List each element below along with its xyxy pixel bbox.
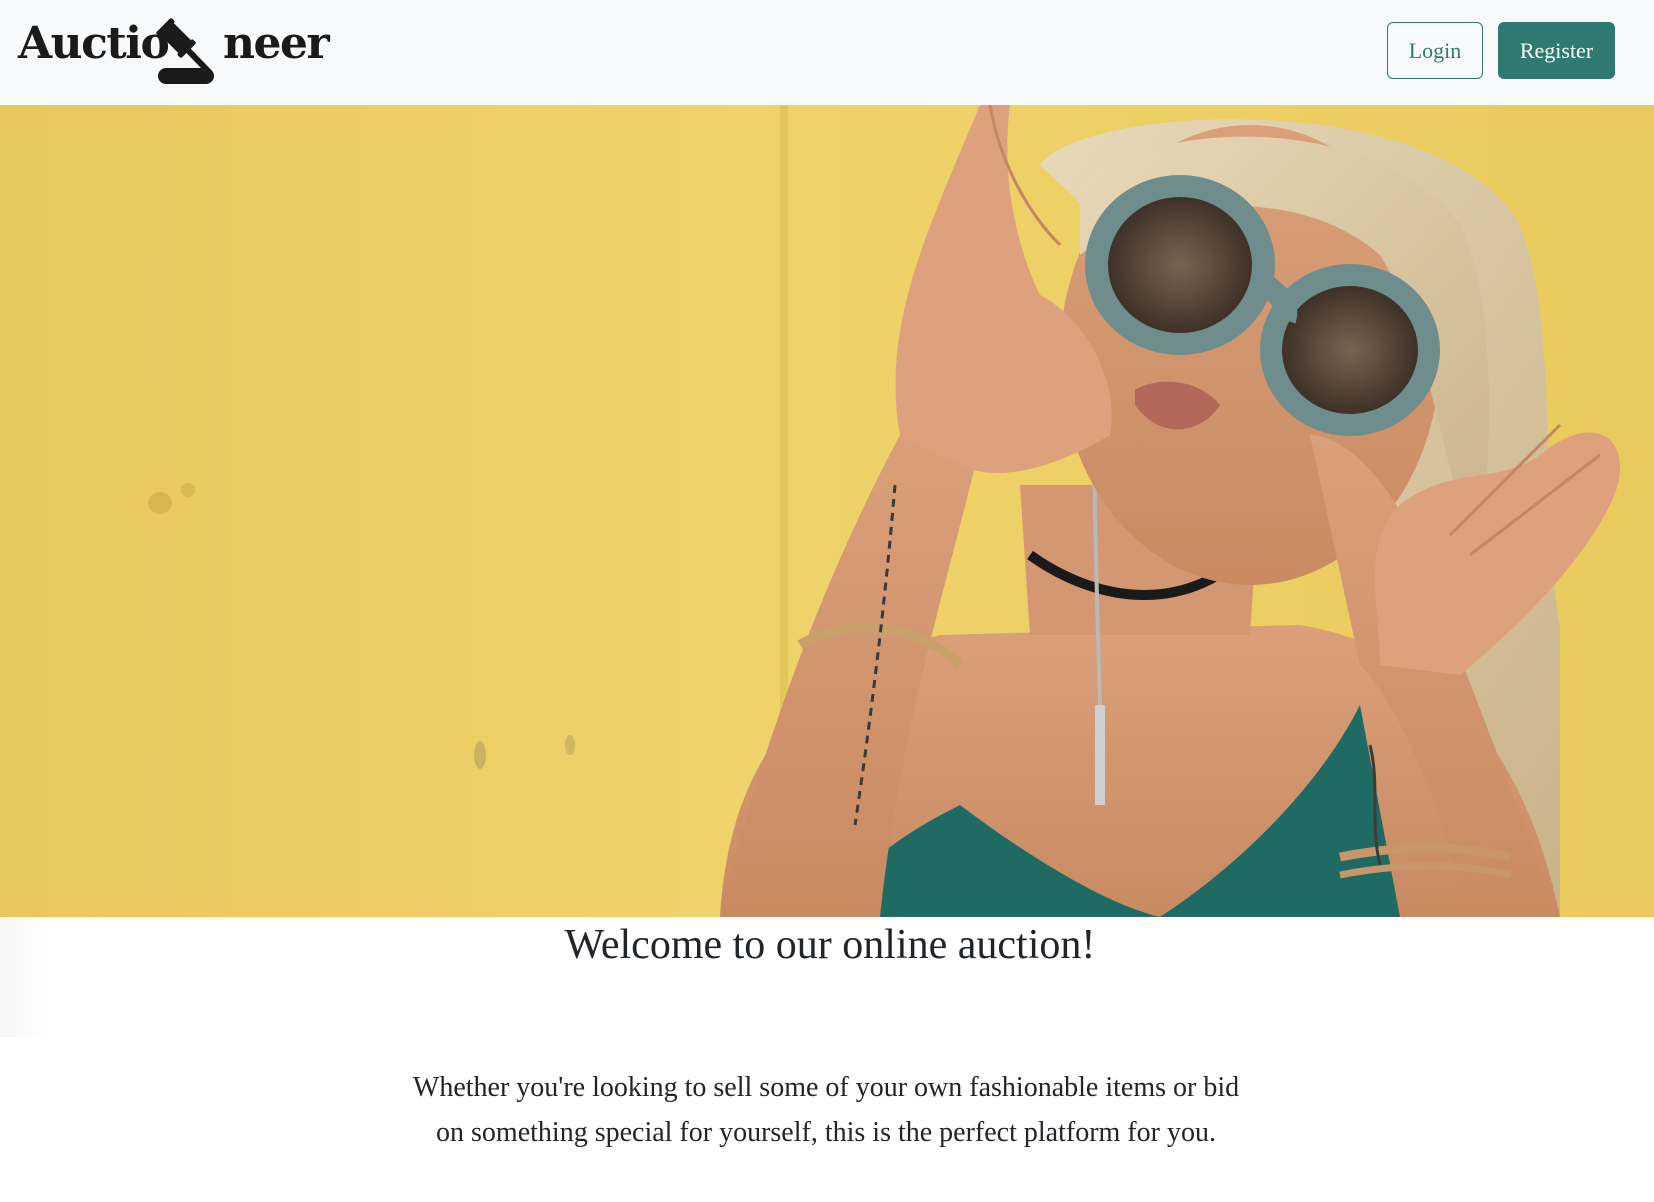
hero-image — [0, 105, 1654, 917]
hero-photo — [0, 105, 1654, 917]
brand-logo[interactable]: Auctio neer — [18, 14, 330, 90]
page-edge-shadow — [0, 917, 50, 1037]
login-button[interactable]: Login — [1387, 22, 1483, 79]
gavel-icon — [156, 18, 214, 84]
register-button[interactable]: Register — [1498, 22, 1615, 79]
welcome-title: Welcome to our online auction! — [564, 922, 1096, 968]
navbar: Auctio neer Login Register — [0, 0, 1654, 105]
welcome-text: Whether you're looking to sell some of y… — [412, 1072, 1240, 1148]
brand-logo-text-right: neer — [223, 18, 330, 69]
